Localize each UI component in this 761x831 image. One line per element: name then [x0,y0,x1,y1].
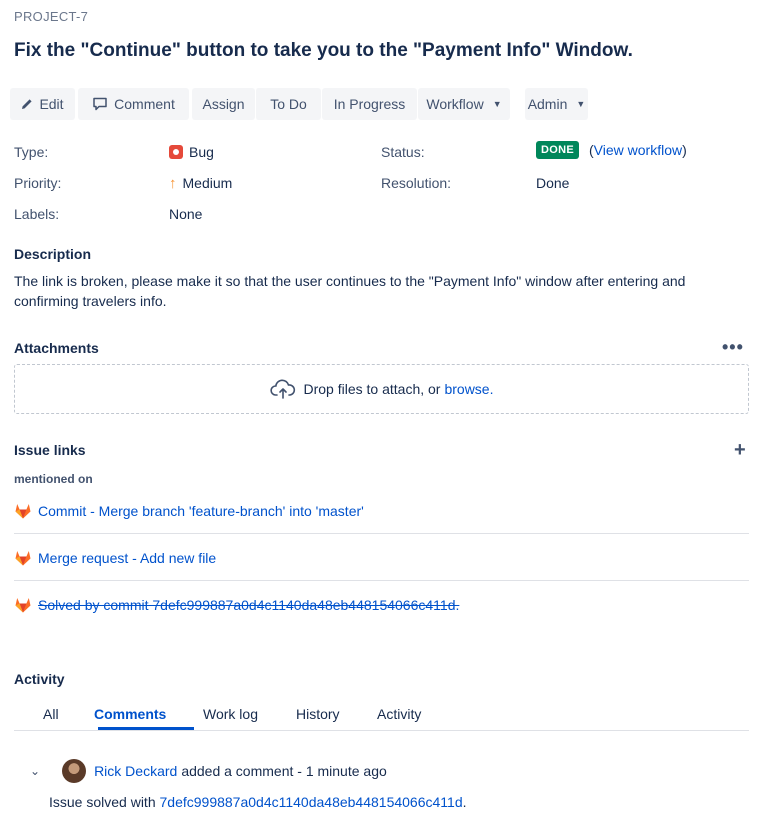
bug-icon [169,145,183,159]
comment-label: Comment [114,96,175,112]
tab-comments[interactable]: Comments [94,706,166,722]
issue-key[interactable]: PROJECT-7 [14,9,88,24]
issue-link-commit[interactable]: Commit - Merge branch 'feature-branch' i… [38,503,364,519]
issue-links-heading: Issue links [14,442,86,458]
comment-commit-link[interactable]: 7defc999887a0d4c1140da48eb448154066c411d [160,794,463,810]
tab-work-log[interactable]: Work log [203,706,258,722]
labels-label: Labels: [14,206,60,222]
active-tab-indicator [98,727,194,730]
gitlab-icon [15,550,31,565]
add-link-icon[interactable]: + [734,440,746,460]
description-heading: Description [14,246,92,262]
issue-title: Fix the "Continue" button to take you to… [14,40,633,61]
pencil-icon [22,99,33,109]
edit-button[interactable]: Edit [10,88,75,120]
comment-body-prefix: Issue solved with [49,794,156,810]
in-progress-label: In Progress [333,96,406,112]
view-workflow-link[interactable]: View workflow [594,142,682,158]
chevron-down-icon[interactable]: ⌄ [30,764,40,778]
browse-link[interactable]: browse. [444,381,493,397]
tab-activity[interactable]: Activity [377,706,421,722]
status-label: Status: [381,144,425,160]
edit-label: Edit [39,96,64,112]
assign-label: Assign [202,96,245,112]
gitlab-icon [15,503,31,518]
attachments-heading: Attachments [14,340,99,356]
comment-author[interactable]: Rick Deckard [94,763,177,779]
chevron-down-icon: ▼ [492,99,502,109]
status-value: DONE (View workflow) [536,141,687,159]
todo-button[interactable]: To Do [255,88,321,120]
type-label: Type: [14,144,49,160]
comment-action: added a comment - 1 minute ago [181,763,387,779]
in-progress-button[interactable]: In Progress [322,88,417,120]
issue-toolbar: Edit Comment Assign To Do In Progress Wo… [10,88,610,120]
priority-medium-icon: ↑ [169,174,177,192]
issue-link-item: Merge request - Add new file [14,535,749,581]
priority-value: ↑ Medium [169,175,232,191]
workflow-label: Workflow [426,96,484,112]
comment-button[interactable]: Comment [78,88,189,120]
admin-label: Admin [527,96,568,112]
todo-label: To Do [270,96,307,112]
attachment-dropzone[interactable]: Drop files to attach, or browse. [14,364,749,414]
avatar[interactable] [62,759,87,783]
type-value: Bug [169,144,214,160]
comment-body: Issue solved with 7defc999887a0d4c1140da… [49,794,467,810]
activity-tabs: All Comments Work log History Activity [14,700,749,731]
issue-details: Type: Bug Priority: ↑ Medium Labels: Non… [14,140,754,230]
cloud-upload-icon [269,379,295,399]
comment-body-suffix: . [462,794,467,810]
description-text[interactable]: The link is broken, please make it so th… [14,271,714,311]
tab-all[interactable]: All [43,706,59,722]
more-options-icon[interactable]: ••• [722,338,744,356]
issue-link-solved-commit[interactable]: Solved by commit 7defc999887a0d4c1140da4… [38,597,459,613]
priority-value-text: Medium [182,175,233,191]
tab-history[interactable]: History [296,706,340,722]
issue-link-item: Solved by commit 7defc999887a0d4c1140da4… [14,582,749,628]
comment-icon [93,97,107,111]
resolution-label: Resolution: [381,175,452,191]
view-workflow-wrapper: (View workflow) [588,142,687,158]
issue-link-merge-request[interactable]: Merge request - Add new file [38,550,216,566]
gitlab-icon [15,598,31,613]
assign-button[interactable]: Assign [192,88,255,120]
issue-link-item: Commit - Merge branch 'feature-branch' i… [14,488,749,534]
priority-label: Priority: [14,175,62,191]
mentioned-on-label: mentioned on [14,472,93,486]
status-badge: DONE [536,141,579,159]
workflow-dropdown[interactable]: Workflow ▼ [418,88,510,120]
dropzone-text: Drop files to attach, or [303,381,441,397]
resolution-value: Done [536,175,570,191]
activity-heading: Activity [14,671,65,687]
admin-dropdown[interactable]: Admin ▼ [525,88,588,120]
labels-value: None [169,206,203,222]
comment-header: ⌄ Rick Deckard added a comment - 1 minut… [30,758,387,784]
chevron-down-icon: ▼ [576,99,586,109]
type-value-text: Bug [189,144,214,160]
